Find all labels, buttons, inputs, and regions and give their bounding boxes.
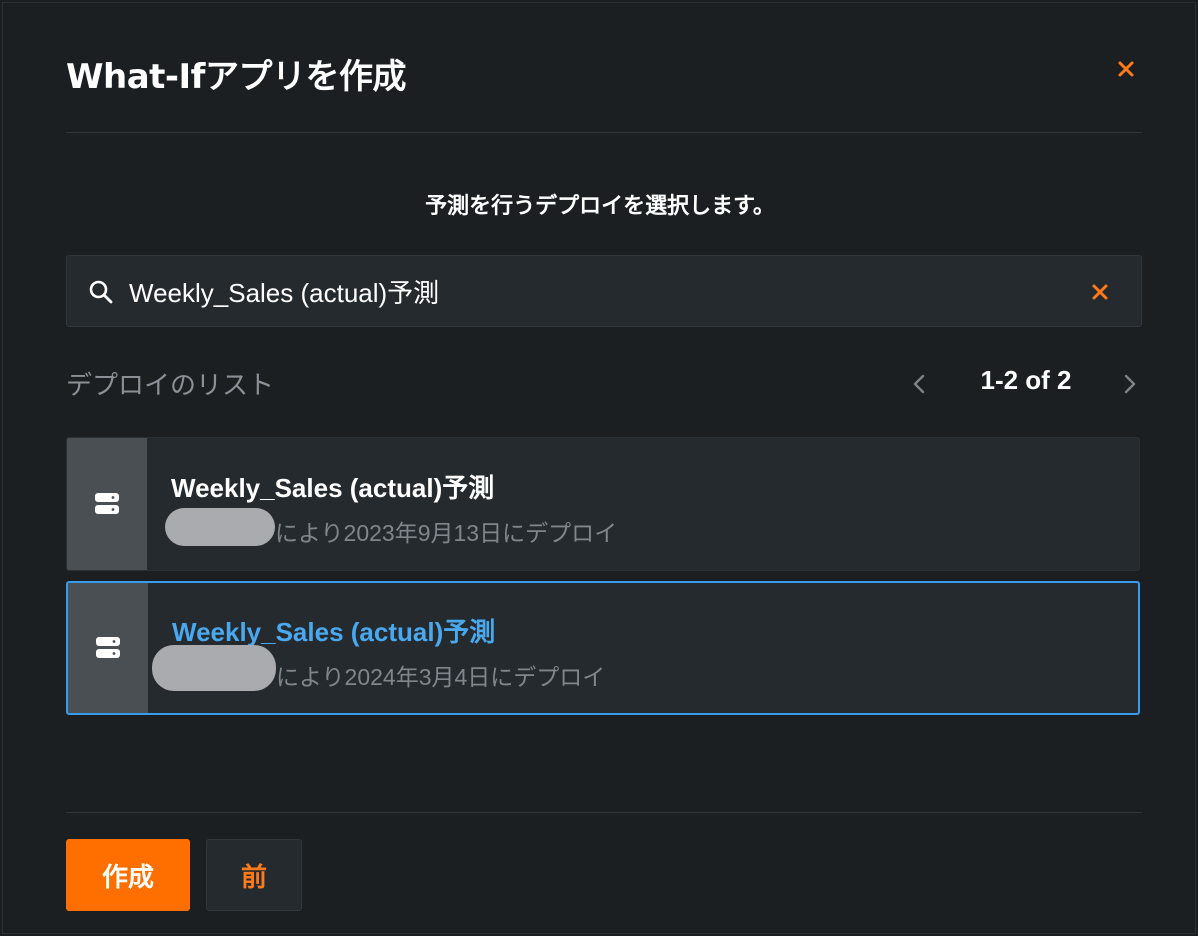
- close-icon[interactable]: [1112, 55, 1140, 83]
- item-icon-box: [67, 438, 147, 570]
- deployment-list-label: デプロイのリスト: [66, 371, 275, 401]
- deployment-list-item[interactable]: Weekly_Sales (actual)予測 により2023年9月13日にデプ…: [66, 437, 1140, 571]
- pagination-range: 1-2 of 2: [980, 365, 1072, 395]
- chevron-right-icon[interactable]: [1115, 370, 1143, 398]
- deployment-title: Weekly_Sales (actual)予測: [172, 617, 496, 647]
- redacted-author: [152, 645, 276, 691]
- create-whatif-app-dialog: What-Ifアプリを作成 予測を行うデプロイを選択します。 デプロイのリスト …: [2, 2, 1196, 934]
- dialog-prompt: 予測を行うデプロイを選択します。: [425, 194, 775, 219]
- deployment-list-item-selected[interactable]: Weekly_Sales (actual)予測 により2024年3月4日にデプロ…: [66, 581, 1140, 715]
- header-divider: [66, 132, 1142, 133]
- clear-search-icon[interactable]: [1087, 279, 1113, 305]
- search-input[interactable]: [129, 268, 1069, 314]
- redacted-author: [165, 508, 275, 546]
- search-box: [66, 255, 1142, 327]
- server-icon: [95, 493, 119, 514]
- deployment-meta: により2024年3月4日にデプロイ: [276, 664, 606, 690]
- deployment-meta: により2023年9月13日にデプロイ: [275, 520, 618, 546]
- deployment-title: Weekly_Sales (actual)予測: [171, 473, 495, 503]
- search-icon: [89, 280, 113, 304]
- footer-divider: [66, 812, 1142, 813]
- back-button[interactable]: 前: [206, 839, 302, 911]
- dialog-title: What-Ifアプリを作成: [66, 57, 406, 97]
- chevron-left-icon[interactable]: [906, 370, 934, 398]
- create-button[interactable]: 作成: [66, 839, 190, 911]
- item-icon-box: [68, 583, 148, 713]
- server-icon: [96, 637, 120, 658]
